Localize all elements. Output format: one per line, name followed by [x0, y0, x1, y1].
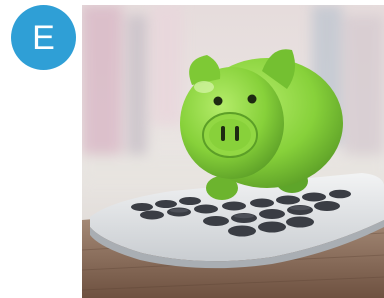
piggy-bank-photo [82, 5, 384, 298]
badge-letter: E [32, 18, 55, 57]
letter-badge: E [11, 5, 76, 70]
